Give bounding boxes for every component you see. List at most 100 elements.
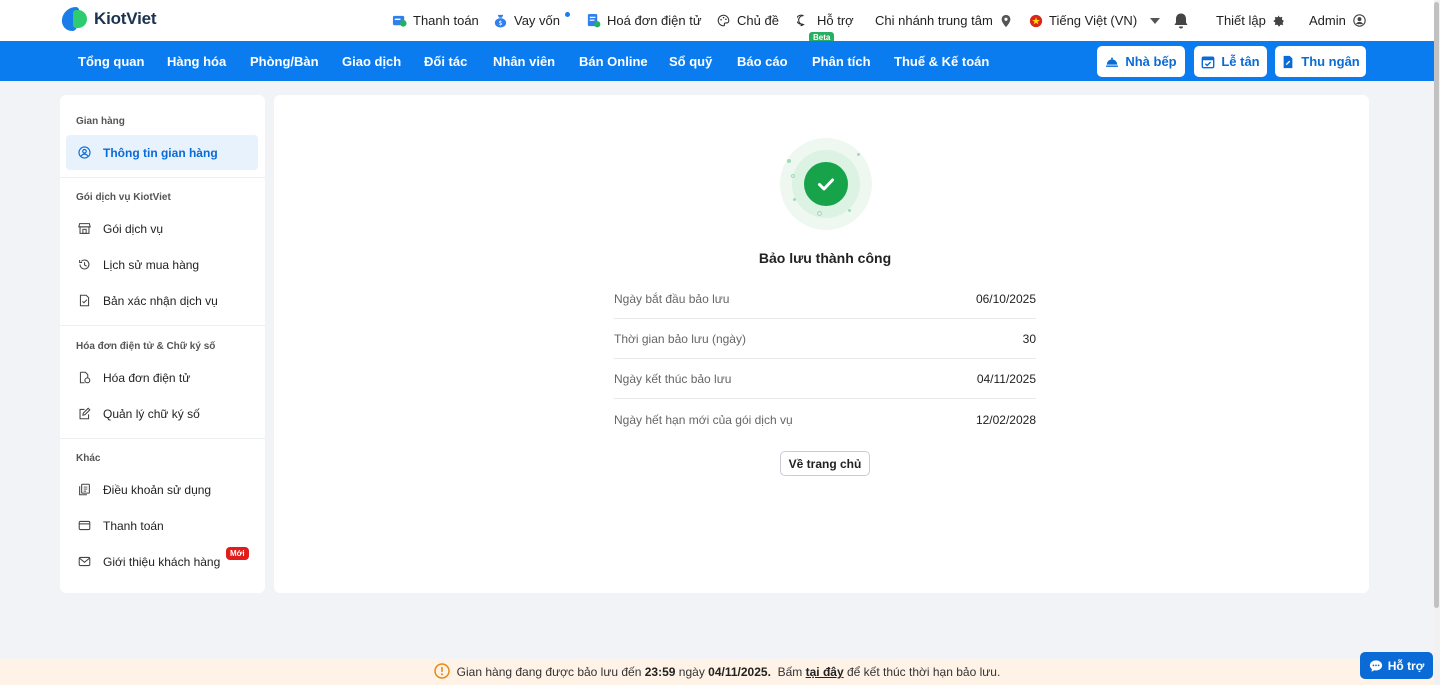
- sidebar-item-purchase-history[interactable]: Lịch sử mua hàng: [66, 247, 258, 282]
- user-menu[interactable]: Admin: [1309, 0, 1367, 41]
- sidebar-item-label: Lịch sử mua hàng: [103, 257, 200, 272]
- sparkle-dot: [848, 209, 851, 212]
- page-scrollbar[interactable]: [1434, 0, 1440, 685]
- einvoice-link[interactable]: Hoá đơn điện tử: [586, 0, 702, 41]
- info-value: 12/02/2028: [975, 413, 1036, 427]
- gear-icon: [1272, 13, 1287, 28]
- sidebar-divider: [60, 325, 265, 326]
- sidebar-divider: [60, 177, 265, 178]
- sidebar-item-label: Gói dịch vụ: [103, 221, 164, 236]
- nav-item-partners[interactable]: Đối tác: [424, 41, 467, 81]
- reception-button[interactable]: Lễ tân: [1194, 46, 1267, 77]
- user-label: Admin: [1309, 13, 1346, 28]
- wallet-icon: [78, 520, 91, 531]
- cloche-icon: [1106, 57, 1119, 67]
- svg-text:$: $: [498, 19, 502, 27]
- sidebar-item-label: Thanh toán: [103, 518, 164, 533]
- mail-icon: [78, 556, 91, 567]
- nav-item-overview[interactable]: Tổng quan: [78, 41, 144, 81]
- banner-text: để kết thúc thời hạn bảo lưu.: [846, 665, 1001, 679]
- sidebar-item-label: Điều khoản sử dụng: [103, 482, 212, 497]
- chat-icon: [796, 13, 811, 28]
- reception-label: Lễ tân: [1221, 54, 1260, 69]
- success-title: Bảo lưu thành công: [758, 250, 892, 266]
- nav-item-online-sales[interactable]: Bán Online: [579, 41, 648, 81]
- back-home-button[interactable]: Về trang chủ: [780, 451, 870, 476]
- calendar-check-icon: [1201, 55, 1215, 68]
- sidebar-item-label: Giới thiệu khách hàng: [103, 554, 221, 569]
- settings-label: Thiết lập: [1216, 13, 1266, 28]
- branch-label: Chi nhánh trung tâm: [875, 13, 993, 28]
- nav-item-transactions[interactable]: Giao dịch: [342, 41, 401, 81]
- kiotviet-logo[interactable]: KiotViet: [60, 6, 157, 32]
- caret-down-icon: [1147, 13, 1162, 28]
- scrollbar-thumb[interactable]: [1434, 2, 1439, 608]
- vietnam-flag-icon: [1028, 13, 1043, 28]
- nav-item-analytics[interactable]: Phân tích: [812, 41, 871, 81]
- payment-label: Thanh toán: [413, 13, 479, 28]
- sidebar-item-label: Bản xác nhận dịch vụ: [103, 293, 218, 308]
- invoice-icon: [586, 13, 601, 28]
- sidebar-item-service-confirmation[interactable]: Bản xác nhận dịch vụ: [66, 283, 258, 318]
- info-row-end-date: Ngày kết thúc bảo lưu 04/11/2025: [614, 359, 1036, 399]
- payment-icon: [392, 13, 407, 28]
- settings-link[interactable]: Thiết lập: [1216, 0, 1287, 41]
- info-row-duration: Thời gian bảo lưu (ngày) 30: [614, 319, 1036, 359]
- user-circle-icon: [78, 146, 91, 159]
- palette-icon: [716, 13, 731, 28]
- payment-link[interactable]: Thanh toán: [392, 0, 479, 41]
- document-icon: [1283, 55, 1293, 68]
- kitchen-label: Nhà bếp: [1125, 54, 1177, 69]
- sidebar-item-terms[interactable]: Điều khoản sử dụng: [66, 472, 258, 507]
- user-circle-icon: [1352, 13, 1367, 28]
- document-check-icon: [79, 294, 90, 307]
- end-reservation-link[interactable]: tại đây: [806, 665, 844, 679]
- top-bar: KiotViet Thanh toán $ Vay vốn Hoá đơn đi…: [0, 0, 1434, 43]
- nav-item-reports[interactable]: Báo cáo: [737, 41, 788, 81]
- sidebar-group-other: Khác: [76, 453, 101, 464]
- banner-date: 04/11/2025.: [708, 665, 771, 679]
- notification-button[interactable]: [1173, 0, 1189, 41]
- sidebar-item-store-info[interactable]: Thông tin gian hàng: [66, 135, 258, 170]
- sidebar-item-label: Thông tin gian hàng: [103, 145, 218, 160]
- check-circle-icon: [804, 162, 848, 206]
- edit-document-icon: [79, 407, 91, 420]
- help-chat-button[interactable]: Hỗ trợ: [1360, 652, 1433, 679]
- kiotviet-logo-icon: [60, 6, 88, 32]
- info-value: 06/10/2025: [975, 291, 1036, 306]
- nav-item-tax-accounting[interactable]: Thuế & Kế toán: [894, 41, 989, 81]
- store-icon: [78, 223, 91, 234]
- nav-item-cashbook[interactable]: Sổ quỹ: [669, 41, 712, 81]
- loan-new-dot: [565, 12, 570, 17]
- sidebar-item-einvoice[interactable]: Hóa đơn điện tử: [66, 360, 258, 395]
- sidebar-item-service-package[interactable]: Gói dịch vụ: [66, 211, 258, 246]
- sidebar-item-payment[interactable]: Thanh toán: [66, 508, 258, 543]
- sparkle-dot: [791, 174, 795, 178]
- sidebar-divider: [60, 438, 265, 439]
- cashier-button[interactable]: Thu ngân: [1275, 46, 1366, 77]
- sidebar-group-invoice: Hóa đơn điện tử & Chữ ký số: [76, 341, 216, 352]
- sidebar-group-service: Gói dịch vụ KiotViet: [76, 192, 171, 203]
- language-selector[interactable]: Tiếng Việt (VN): [1028, 0, 1162, 41]
- reservation-banner: Gian hàng đang được bảo lưu đến 23:59 ng…: [0, 659, 1434, 685]
- theme-link[interactable]: Chủ đề: [716, 0, 779, 41]
- chat-icon: [1369, 659, 1382, 672]
- map-pin-icon: [999, 13, 1014, 28]
- sparkle-dot: [817, 211, 822, 216]
- invoice-icon: [79, 371, 91, 384]
- banner-time: 23:59: [644, 665, 676, 679]
- branch-selector[interactable]: Chi nhánh trung tâm: [875, 0, 1014, 41]
- einvoice-label: Hoá đơn điện tử: [607, 13, 702, 28]
- loan-link[interactable]: $ Vay vốn: [493, 0, 560, 41]
- nav-item-products[interactable]: Hàng hóa: [167, 41, 226, 81]
- nav-item-employees[interactable]: Nhân viên: [493, 41, 555, 81]
- info-label: Ngày bắt đầu bảo lưu: [614, 291, 730, 306]
- logo-text: KiotViet: [94, 9, 157, 28]
- banner-text: Bấm: [777, 665, 803, 679]
- warning-icon: [433, 662, 450, 682]
- sidebar-item-signature[interactable]: Quản lý chữ ký số: [66, 396, 258, 431]
- nav-item-rooms-tables[interactable]: Phòng/Bàn: [250, 41, 319, 81]
- sidebar-item-label: Hóa đơn điện tử: [103, 370, 191, 385]
- kitchen-button[interactable]: Nhà bếp: [1097, 46, 1185, 77]
- loan-label: Vay vốn: [514, 13, 561, 28]
